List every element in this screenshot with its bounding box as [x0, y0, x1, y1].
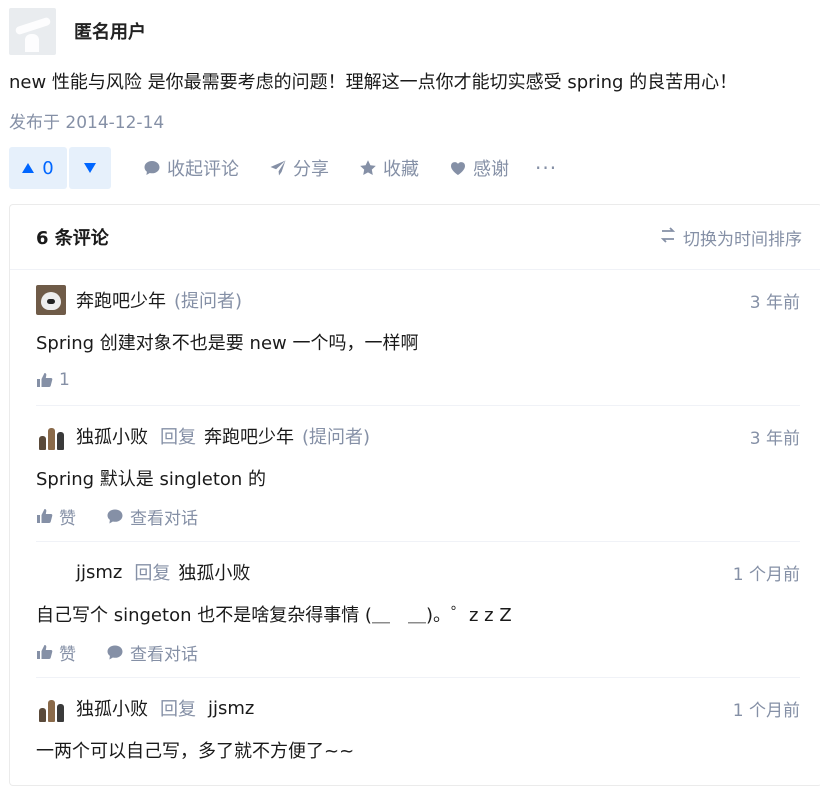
thanks-button[interactable]: 感谢 — [449, 155, 509, 181]
user-avatar[interactable] — [36, 421, 66, 451]
reply-label: 回复 — [160, 699, 196, 720]
reply-to-role: (提问者) — [302, 427, 371, 448]
view-conversation-button[interactable]: 查看对话 — [106, 504, 198, 529]
star-icon — [359, 159, 377, 177]
like-count: 1 — [59, 370, 70, 390]
author-role: (提问者) — [174, 291, 243, 312]
comment-text: 自己写个 singeton 也不是啥复杂得事情 (＿ ＿)。゜z z Z — [36, 605, 512, 626]
thumbs-up-icon — [36, 508, 53, 524]
conversation-icon — [106, 508, 124, 525]
comments-panel: 6 条评论 切换为时间排序 奔跑吧少年 (提问者) 3 年前 Spring 创建… — [9, 204, 820, 786]
author-name: 匿名用户 — [74, 22, 146, 43]
user-avatar[interactable] — [36, 557, 66, 587]
collapse-comments-button[interactable]: 收起评论 — [143, 155, 239, 181]
reply-label: 回复 — [160, 427, 196, 448]
heart-icon — [449, 159, 467, 177]
reply-label: 回复 — [134, 563, 171, 584]
comment-time: 1 个月前 — [732, 700, 800, 721]
reply-to-user[interactable]: jjsmz — [208, 698, 254, 719]
upvote-button[interactable]: 0 — [9, 147, 67, 189]
reply-to-user[interactable]: 奔跑吧少年 — [204, 423, 294, 449]
swap-icon — [659, 226, 677, 248]
like-button[interactable]: 赞 — [36, 504, 76, 529]
thumbs-up-icon — [36, 372, 53, 388]
comment-item: 独孤小败 回复 奔跑吧少年 (提问者) 3 年前 Spring 默认是 sing… — [36, 421, 800, 542]
user-avatar[interactable] — [36, 285, 66, 315]
answer-actions: 0 收起评论 分享 收藏 感谢 ··· — [9, 147, 557, 189]
comment-time: 3 年前 — [749, 428, 800, 449]
answer-author: 匿名用户 — [9, 7, 146, 55]
favorite-button[interactable]: 收藏 — [359, 155, 419, 181]
view-conversation-button[interactable]: 查看对话 — [106, 640, 198, 665]
anonymous-avatar[interactable] — [9, 7, 56, 55]
comment-text: Spring 创建对象不也是要 new 一个吗，一样啊 — [36, 333, 419, 354]
comment-author[interactable]: jjsmz — [76, 562, 122, 583]
comment-author[interactable]: 独孤小败 — [76, 695, 148, 721]
comment-time: 3 年前 — [749, 292, 800, 313]
user-avatar[interactable] — [36, 693, 66, 723]
more-menu-button[interactable]: ··· — [535, 156, 557, 180]
comment-author[interactable]: 奔跑吧少年 — [76, 287, 166, 313]
downvote-button[interactable] — [69, 147, 111, 189]
sort-toggle[interactable]: 切换为时间排序 — [659, 225, 802, 250]
like-button[interactable]: 赞 — [36, 640, 76, 665]
comment-text: Spring 默认是 singleton 的 — [36, 469, 267, 490]
share-button[interactable]: 分享 — [269, 155, 329, 181]
downvote-icon — [84, 163, 96, 173]
comment-text: 一两个可以自己写，多了就不方便了~~ — [36, 741, 355, 762]
answer-content: new 性能与风险 是你最需要考虑的问题！理解这一点你才能切实感受 spring… — [9, 72, 738, 93]
comments-header: 6 条评论 切换为时间排序 — [10, 205, 820, 270]
upvote-count: 0 — [42, 157, 54, 179]
comment-time: 1 个月前 — [732, 564, 800, 585]
comment-item: 独孤小败 回复 jjsmz 1 个月前 一两个可以自己写，多了就不方便了~~ — [36, 693, 800, 773]
comment-count: 6 条评论 — [36, 228, 109, 249]
thumbs-up-icon — [36, 644, 53, 660]
publish-date[interactable]: 发布于 2014-12-14 — [9, 108, 164, 133]
comment-author[interactable]: 独孤小败 — [76, 423, 148, 449]
upvote-icon — [22, 163, 35, 173]
like-button[interactable]: 1 — [36, 370, 70, 390]
comment-icon — [143, 159, 161, 177]
send-icon — [269, 159, 287, 177]
conversation-icon — [106, 644, 124, 661]
comment-item: jjsmz 回复 独孤小败 1 个月前 自己写个 singeton 也不是啥复杂… — [36, 557, 800, 678]
reply-to-user[interactable]: 独孤小败 — [178, 559, 250, 585]
comment-item: 奔跑吧少年 (提问者) 3 年前 Spring 创建对象不也是要 new 一个吗… — [36, 285, 800, 406]
